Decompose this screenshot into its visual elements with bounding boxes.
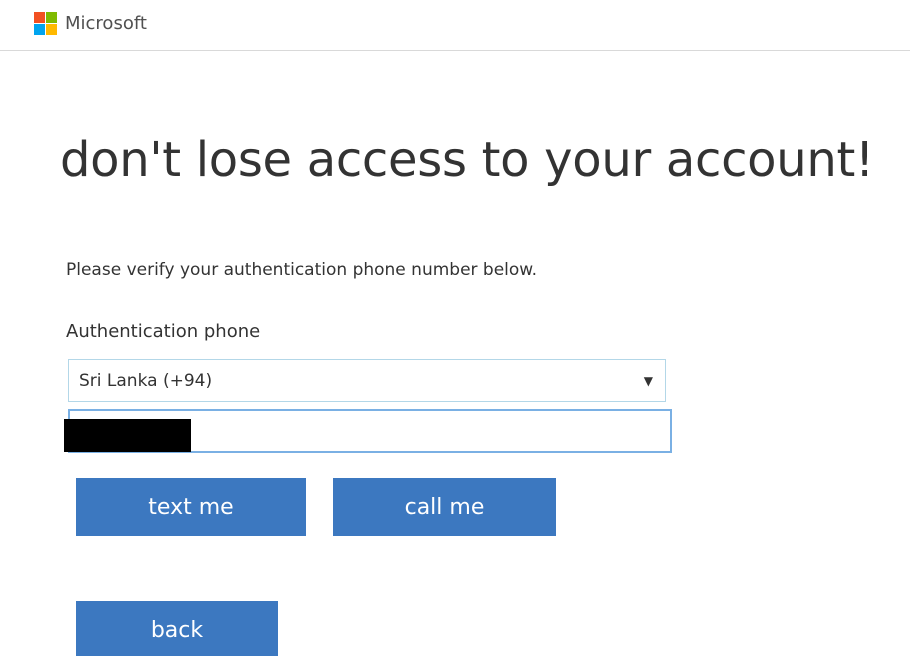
page-title: don't lose access to your account!	[60, 132, 874, 188]
text-me-button[interactable]: text me	[76, 478, 306, 536]
instruction-text: Please verify your authentication phone …	[66, 260, 538, 280]
back-button[interactable]: back	[76, 601, 278, 656]
microsoft-logo-icon	[34, 12, 57, 35]
caret-down-icon: ▼	[643, 374, 653, 388]
logo-red-square	[34, 12, 45, 23]
logo-blue-square	[34, 24, 45, 35]
header: Microsoft	[0, 0, 910, 51]
phone-label: Authentication phone	[66, 321, 261, 342]
logo-yellow-square	[46, 24, 57, 35]
call-me-button[interactable]: call me	[333, 478, 556, 536]
country-select-value: Sri Lanka (+94)	[79, 371, 213, 391]
brand: Microsoft	[34, 12, 147, 35]
brand-name: Microsoft	[65, 13, 147, 34]
country-select[interactable]: Sri Lanka (+94) ▼	[68, 359, 666, 402]
redacted-phone-number	[64, 419, 191, 452]
logo-green-square	[46, 12, 57, 23]
page: Microsoft don't lose access to your acco…	[0, 0, 910, 656]
